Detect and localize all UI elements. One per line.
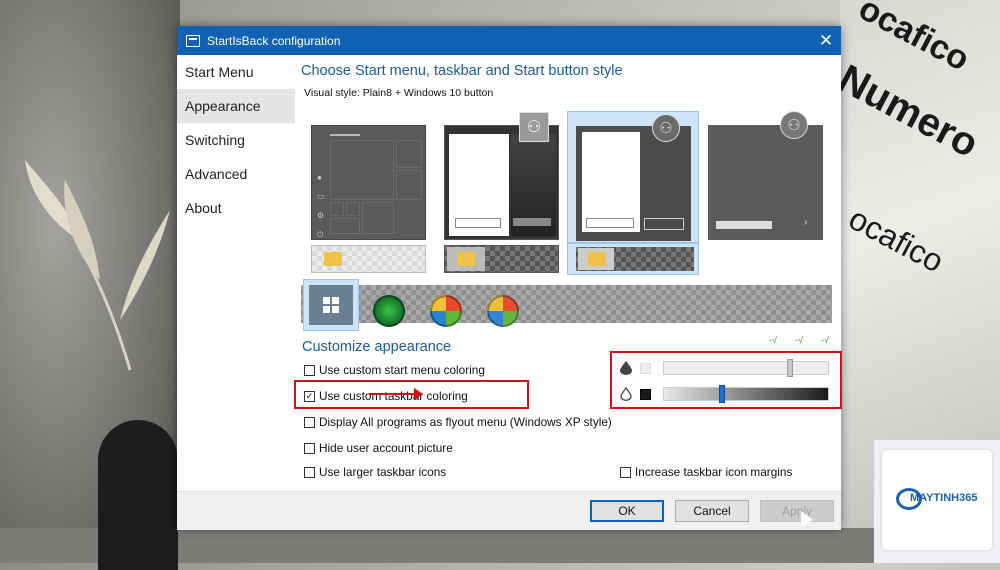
color-swatch-light[interactable] [640,362,651,374]
checkbox-label: Display All programs as flyout menu (Win… [319,415,612,429]
close-icon: ✕ [818,30,834,50]
taskbar-style-dark[interactable] [444,245,559,273]
opacity-slider[interactable] [663,359,829,377]
windows-logo-icon [323,297,339,313]
highlight-arrow-icon [369,388,423,400]
checkbox-box[interactable] [620,466,631,478]
sidebar-item-about[interactable]: About [177,191,295,225]
ok-button[interactable]: OK [590,500,664,522]
user-avatar-icon: ⚇ [652,114,680,142]
style-tile-windows8[interactable]: ⚇ › [708,111,823,240]
sidebar-item-label: Advanced [185,166,248,182]
color-swatch-dark[interactable] [640,388,651,400]
start-button-clover[interactable] [361,285,417,337]
visual-style-label: Visual style: Plain8 + Windows 10 button [304,87,494,99]
sidebar: Start Menu Appearance Switching Advanced… [177,55,295,225]
drop-outline-icon [620,387,632,401]
style-tile-windows7-selected[interactable]: ⚇ [567,111,699,243]
slider-thumb[interactable] [719,385,725,403]
vase-decoration [98,420,178,570]
user-avatar-icon: ⚇ [780,111,808,139]
slider-thumb[interactable] [787,359,793,377]
sidebar-item-label: Switching [185,132,245,148]
app-icon [186,34,200,47]
user-avatar-icon: ⚇ [519,112,549,142]
checkbox-label: Use custom start menu coloring [319,363,485,377]
checkbox-label: Hide user account picture [319,441,453,455]
start-button-vista[interactable] [475,285,531,337]
checkbox-box[interactable] [304,416,315,428]
clover-orb-icon [373,295,405,327]
folder-icon [588,252,606,266]
plant-decoration-icon [25,160,170,371]
dialog-footer: OK Cancel Apply [177,491,841,530]
checkbox-flyout-menu[interactable]: Display All programs as flyout menu (Win… [304,415,612,429]
cancel-button[interactable]: Cancel [675,500,749,522]
window-title: StartIsBack configuration [207,33,341,48]
taskbar-style-selected[interactable] [567,243,699,275]
color-slider[interactable] [663,385,829,403]
start-button-windows7[interactable] [418,285,474,337]
taskbar-style-light[interactable] [311,245,426,273]
sidebar-item-advanced[interactable]: Advanced [177,157,295,191]
sidebar-item-label: About [185,200,222,216]
logo-text: MAYTINH365 [910,492,978,504]
style-tile-plain8[interactable]: ⚇ [444,112,559,240]
checkbox-box[interactable] [304,466,315,478]
sidebar-item-label: Appearance [185,98,261,114]
checkbox-label: Use larger taskbar icons [319,465,447,479]
tile-side-icons: ● ▭ ⚙ ⏻ [317,173,325,239]
start-button-windows10[interactable] [303,279,359,331]
sidebar-item-appearance[interactable]: Appearance [177,89,295,123]
slider-row-color [620,385,829,403]
checkbox-hide-user-picture[interactable]: Hide user account picture [304,441,453,455]
logo-watermark: MAYTINH365 [874,440,1000,563]
checkbox-larger-taskbar-icons[interactable]: Use larger taskbar icons [304,465,446,479]
taskbar-style-previews [301,243,841,275]
sidebar-item-switching[interactable]: Switching [177,123,295,157]
sidebar-item-label: Start Menu [185,64,254,80]
folder-icon [324,252,342,266]
drop-filled-icon [620,361,632,375]
checkbox-label: Increase taskbar icon margins [635,465,793,479]
vista-orb-icon [487,295,519,327]
start-button-strip [301,279,832,331]
customize-title: Customize appearance [302,339,452,355]
style-tile-windows10[interactable]: ● ▭ ⚙ ⏻ [311,125,426,240]
slider-row-opacity [620,359,829,377]
checkbox-taskbar-icon-margins[interactable]: Increase taskbar icon margins [620,465,792,479]
windows7-orb-icon [430,295,462,327]
preview-mini-icons: -√ -√ -√ [769,335,829,345]
checkbox-box[interactable] [304,364,315,376]
checkbox-custom-start-menu-coloring[interactable]: Use custom start menu coloring [304,363,485,377]
section-title: Choose Start menu, taskbar and Start but… [301,63,623,79]
title-bar[interactable]: StartIsBack configuration ✕ [177,26,841,55]
close-button[interactable]: ✕ [811,26,841,55]
folder-icon [457,252,475,266]
startisback-window: StartIsBack configuration ✕ Start Menu A… [177,26,842,530]
sidebar-item-start-menu[interactable]: Start Menu [177,55,295,89]
checkbox-box[interactable] [304,442,315,454]
start-menu-style-tiles: ● ▭ ⚙ ⏻ ⚇ ⚇ ⚇ › [301,111,841,245]
